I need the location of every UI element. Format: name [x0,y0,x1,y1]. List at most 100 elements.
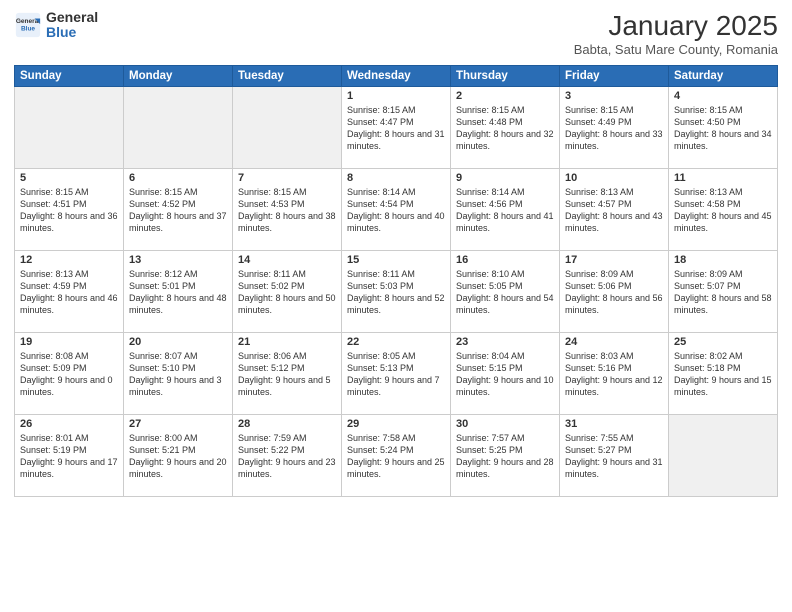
calendar-week-5: 26Sunrise: 8:01 AMSunset: 5:19 PMDayligh… [15,415,778,497]
day-info: Sunrise: 8:00 AMSunset: 5:21 PMDaylight:… [129,432,227,481]
logo-text: General Blue [46,10,98,41]
day-number: 24 [565,336,663,348]
calendar-cell [233,87,342,169]
day-info: Sunrise: 8:09 AMSunset: 5:06 PMDaylight:… [565,268,663,317]
day-header-thursday: Thursday [451,66,560,87]
calendar-cell: 4Sunrise: 8:15 AMSunset: 4:50 PMDaylight… [669,87,778,169]
calendar-cell: 25Sunrise: 8:02 AMSunset: 5:18 PMDayligh… [669,333,778,415]
day-info: Sunrise: 8:05 AMSunset: 5:13 PMDaylight:… [347,350,445,399]
day-info: Sunrise: 8:13 AMSunset: 4:58 PMDaylight:… [674,186,772,235]
day-info: Sunrise: 7:59 AMSunset: 5:22 PMDaylight:… [238,432,336,481]
calendar-cell: 27 Sunrise: 8:00 AMSunset: 5:21 PMDayligh… [124,415,233,497]
day-number: 23 [456,336,554,348]
day-number: 19 [20,336,118,348]
calendar-week-1: 1 Sunrise: 8:15 AMSunset: 4:47 PMDaylight… [15,87,778,169]
day-info: Sunrise: 8:15 AMSunset: 4:51 PMDaylight:… [20,186,118,235]
day-number: 31 [565,418,663,430]
day-number: 12 [20,254,118,266]
day-info: Sunrise: 8:10 AMSunset: 5:05 PMDaylight:… [456,268,554,317]
day-info: Sunrise: 7:55 AMSunset: 5:27 PMDaylight:… [565,432,663,481]
day-info: Sunrise: 8:08 AMSunset: 5:09 PMDaylight:… [20,350,118,399]
calendar-cell: 16Sunrise: 8:10 AMSunset: 5:05 PMDayligh… [451,251,560,333]
calendar-cell: 23 Sunrise: 8:04 AMSunset: 5:15 PMDayligh… [451,333,560,415]
calendar-cell: 2 Sunrise: 8:15 AMSunset: 4:48 PMDaylight… [451,87,560,169]
day-info: Sunrise: 8:06 AMSunset: 5:12 PMDaylight:… [238,350,336,399]
calendar-cell: 15Sunrise: 8:11 AMSunset: 5:03 PMDayligh… [342,251,451,333]
day-info: Sunrise: 8:02 AMSunset: 5:18 PMDaylight:… [674,350,772,399]
day-header-wednesday: Wednesday [342,66,451,87]
calendar-cell [669,415,778,497]
day-info: Sunrise: 8:15 AMSunset: 4:52 PMDaylight:… [129,186,227,235]
calendar-cell: 9Sunrise: 8:14 AMSunset: 4:56 PMDaylight… [451,169,560,251]
day-info: Sunrise: 7:58 AMSunset: 5:24 PMDaylight:… [347,432,445,481]
day-number: 9 [456,172,554,184]
location-subtitle: Babta, Satu Mare County, Romania [574,42,778,57]
day-number: 2 [456,90,554,102]
calendar-cell: 17 Sunrise: 8:09 AMSunset: 5:06 PMDayligh… [560,251,669,333]
day-info: Sunrise: 8:14 AMSunset: 4:54 PMDaylight:… [347,186,445,235]
logo-general-text: General [46,10,98,25]
calendar-page: General Blue General Blue January 2025 B… [0,0,792,612]
calendar-cell: 13Sunrise: 8:12 AMSunset: 5:01 PMDayligh… [124,251,233,333]
day-number: 13 [129,254,227,266]
month-title: January 2025 [574,10,778,42]
calendar-cell: 7 Sunrise: 8:15 AMSunset: 4:53 PMDaylight… [233,169,342,251]
day-number: 17 [565,254,663,266]
day-number: 11 [674,172,772,184]
calendar-table: SundayMondayTuesdayWednesdayThursdayFrid… [14,65,778,497]
day-info: Sunrise: 8:13 AMSunset: 4:59 PMDaylight:… [20,268,118,317]
calendar-cell: 30 Sunrise: 7:57 AMSunset: 5:25 PMDayligh… [451,415,560,497]
calendar-cell: 22 Sunrise: 8:05 AMSunset: 5:13 PMDayligh… [342,333,451,415]
calendar-cell: 14Sunrise: 8:11 AMSunset: 5:02 PMDayligh… [233,251,342,333]
day-header-tuesday: Tuesday [233,66,342,87]
day-number: 29 [347,418,445,430]
day-number: 18 [674,254,772,266]
calendar-week-2: 5Sunrise: 8:15 AMSunset: 4:51 PMDaylight… [15,169,778,251]
title-block: January 2025 Babta, Satu Mare County, Ro… [574,10,778,57]
calendar-week-4: 19 Sunrise: 8:08 AMSunset: 5:09 PMDayligh… [15,333,778,415]
day-number: 14 [238,254,336,266]
day-info: Sunrise: 7:57 AMSunset: 5:25 PMDaylight:… [456,432,554,481]
calendar-cell: 3 Sunrise: 8:15 AMSunset: 4:49 PMDaylight… [560,87,669,169]
calendar-cell: 31 Sunrise: 7:55 AMSunset: 5:27 PMDayligh… [560,415,669,497]
calendar-cell [124,87,233,169]
day-number: 28 [238,418,336,430]
day-number: 10 [565,172,663,184]
calendar-header-row: SundayMondayTuesdayWednesdayThursdayFrid… [15,66,778,87]
logo-blue-text: Blue [46,25,98,40]
day-info: Sunrise: 8:04 AMSunset: 5:15 PMDaylight:… [456,350,554,399]
calendar-cell: 1 Sunrise: 8:15 AMSunset: 4:47 PMDaylight… [342,87,451,169]
calendar-cell: 5Sunrise: 8:15 AMSunset: 4:51 PMDaylight… [15,169,124,251]
calendar-cell: 19 Sunrise: 8:08 AMSunset: 5:09 PMDayligh… [15,333,124,415]
header: General Blue General Blue January 2025 B… [14,10,778,57]
calendar-cell: 29 Sunrise: 7:58 AMSunset: 5:24 PMDayligh… [342,415,451,497]
day-number: 4 [674,90,772,102]
day-info: Sunrise: 8:15 AMSunset: 4:47 PMDaylight:… [347,104,445,153]
day-number: 20 [129,336,227,348]
day-info: Sunrise: 8:07 AMSunset: 5:10 PMDaylight:… [129,350,227,399]
calendar-cell: 10Sunrise: 8:13 AMSunset: 4:57 PMDayligh… [560,169,669,251]
day-number: 1 [347,90,445,102]
day-header-sunday: Sunday [15,66,124,87]
day-number: 30 [456,418,554,430]
svg-text:Blue: Blue [21,26,35,33]
calendar-cell: 24 Sunrise: 8:03 AMSunset: 5:16 PMDayligh… [560,333,669,415]
calendar-cell: 21Sunrise: 8:06 AMSunset: 5:12 PMDayligh… [233,333,342,415]
calendar-cell: 12 Sunrise: 8:13 AMSunset: 4:59 PMDayligh… [15,251,124,333]
day-number: 3 [565,90,663,102]
day-number: 26 [20,418,118,430]
day-info: Sunrise: 8:15 AMSunset: 4:49 PMDaylight:… [565,104,663,153]
calendar-cell: 6Sunrise: 8:15 AMSunset: 4:52 PMDaylight… [124,169,233,251]
logo: General Blue General Blue [14,10,98,41]
day-number: 22 [347,336,445,348]
calendar-cell: 18Sunrise: 8:09 AMSunset: 5:07 PMDayligh… [669,251,778,333]
day-info: Sunrise: 8:03 AMSunset: 5:16 PMDaylight:… [565,350,663,399]
logo-icon: General Blue [14,11,42,39]
calendar-cell [15,87,124,169]
calendar-cell: 20 Sunrise: 8:07 AMSunset: 5:10 PMDayligh… [124,333,233,415]
day-info: Sunrise: 8:15 AMSunset: 4:48 PMDaylight:… [456,104,554,153]
day-number: 7 [238,172,336,184]
day-number: 27 [129,418,227,430]
calendar-cell: 26Sunrise: 8:01 AMSunset: 5:19 PMDayligh… [15,415,124,497]
day-info: Sunrise: 8:15 AMSunset: 4:53 PMDaylight:… [238,186,336,235]
